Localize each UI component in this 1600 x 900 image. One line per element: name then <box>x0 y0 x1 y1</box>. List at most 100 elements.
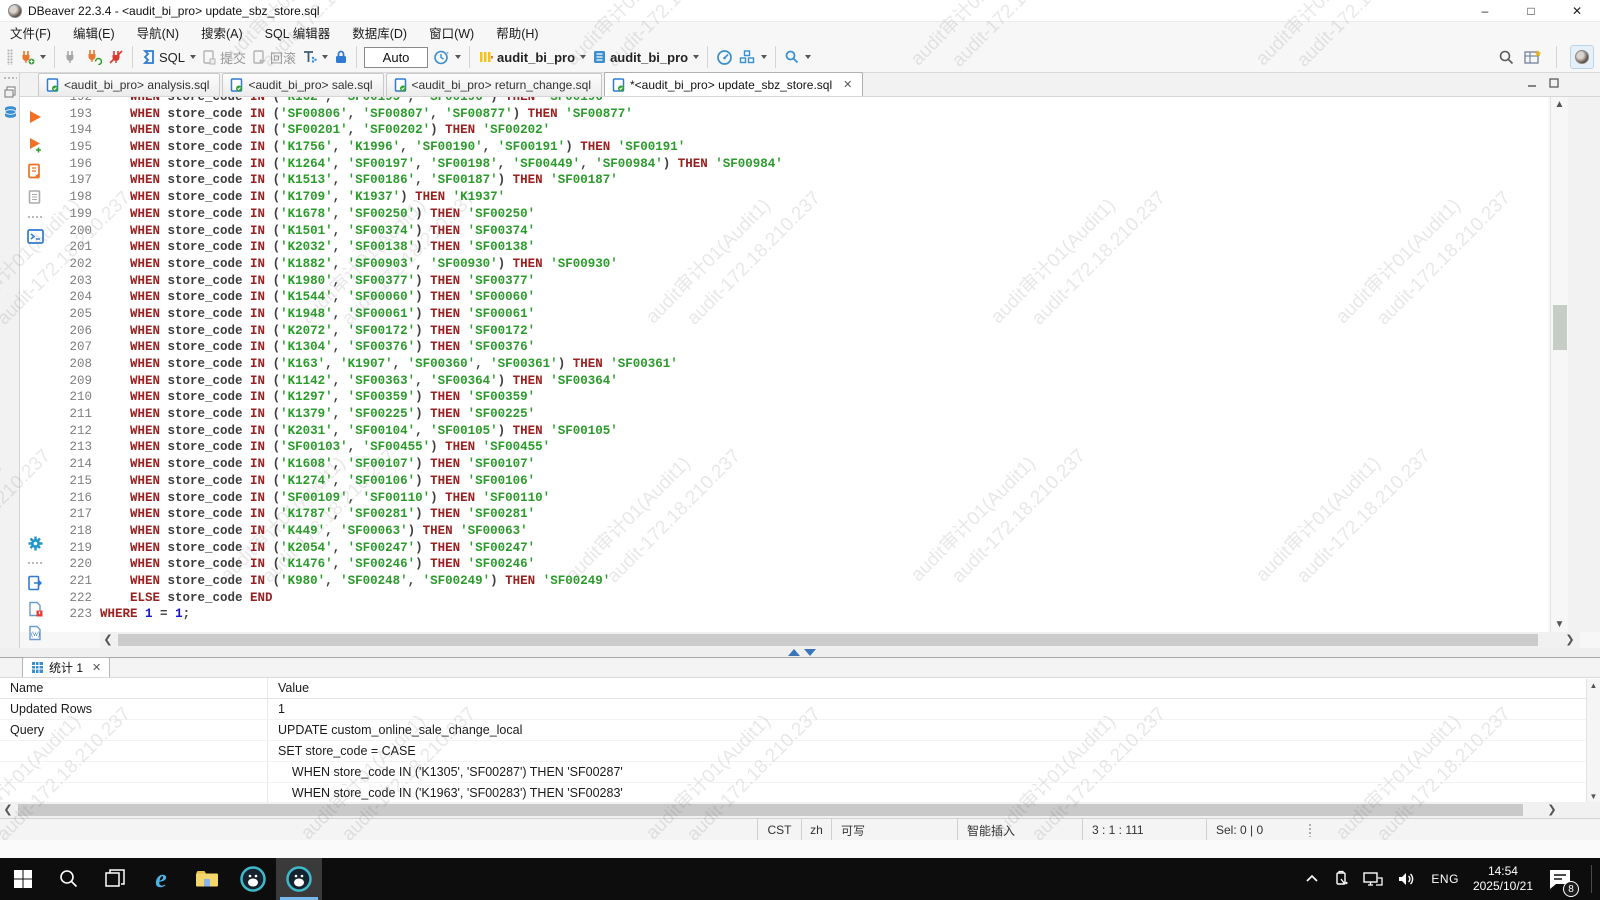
internet-explorer-button[interactable]: e <box>138 858 184 900</box>
code-line[interactable]: 198 WHEN store_code IN ('K1709', 'K1937'… <box>50 189 1548 206</box>
close-button[interactable]: ✕ <box>1554 0 1600 21</box>
new-connection-button[interactable] <box>16 47 49 67</box>
code-line[interactable]: 205 WHEN store_code IN ('K1948', 'SF0006… <box>50 306 1548 323</box>
code-line[interactable]: 206 WHEN store_code IN ('K2072', 'SF0017… <box>50 323 1548 340</box>
scroll-up-icon[interactable]: ▲ <box>1587 681 1600 690</box>
code-line[interactable]: 199 WHEN store_code IN ('K1678', 'SF0025… <box>50 206 1548 223</box>
panel-vertical-scrollbar[interactable]: ▲ ▼ <box>1586 679 1600 803</box>
file-error-icon[interactable] <box>27 601 43 617</box>
execute-statement-button[interactable] <box>27 109 43 125</box>
taskbar-search-button[interactable] <box>46 858 92 900</box>
code-line[interactable]: 217 WHEN store_code IN ('K1787', 'SF0028… <box>50 506 1548 523</box>
sql-console-button[interactable] <box>27 229 44 244</box>
dbeaver-app-button-active[interactable] <box>276 858 322 900</box>
action-center-button[interactable]: 8 <box>1547 866 1579 897</box>
commit-button[interactable]: 提交 <box>199 46 249 69</box>
tab-analysis-sql[interactable]: <audit_bi_pro> analysis.sql <box>38 73 221 96</box>
code-line[interactable]: 221 WHEN store_code IN ('K980', 'SF00248… <box>50 573 1548 590</box>
tray-chevron-up-icon[interactable] <box>1305 874 1319 884</box>
code-line[interactable]: 204 WHEN store_code IN ('K1544', 'SF0006… <box>50 289 1548 306</box>
code-line[interactable]: 220 WHEN store_code IN ('K1476', 'SF0024… <box>50 556 1548 573</box>
dbeaver-app-button[interactable] <box>230 858 276 900</box>
menu-sql-editor[interactable]: SQL 编辑器 <box>265 23 331 42</box>
code-line[interactable]: 218 WHEN store_code IN ('K449', 'SF00063… <box>50 523 1548 540</box>
menu-database[interactable]: 数据库(D) <box>352 23 407 42</box>
tab-update-sbz-store-sql[interactable]: *<audit_bi_pro> update_sbz_store.sql ✕ <box>604 72 864 96</box>
export-from-query-button[interactable] <box>27 575 43 591</box>
script-preview-button[interactable] <box>27 189 43 205</box>
maximize-pane-icon[interactable] <box>1548 77 1560 89</box>
code-line[interactable]: 203 WHEN store_code IN ('K1980', 'SF0037… <box>50 273 1548 290</box>
file-explorer-button[interactable] <box>184 858 230 900</box>
tab-statistics-1[interactable]: 统计 1 ✕ <box>22 657 111 677</box>
search-button[interactable] <box>781 47 814 67</box>
code-line[interactable]: 200 WHEN store_code IN ('K1501', 'SF0037… <box>50 223 1548 240</box>
code-line[interactable]: 216 WHEN store_code IN ('SF00109', 'SF00… <box>50 490 1548 507</box>
minimize-pane-icon[interactable] <box>1526 77 1538 89</box>
menu-help[interactable]: 帮助(H) <box>496 23 538 42</box>
column-header-name[interactable]: Name <box>0 678 268 698</box>
minimize-button[interactable]: – <box>1462 0 1508 21</box>
code-line[interactable]: 215 WHEN store_code IN ('K1274', 'SF0010… <box>50 473 1548 490</box>
status-caret-position[interactable]: 3 : 1 : 111 <box>1082 819 1206 841</box>
restore-panel-icon[interactable] <box>3 85 17 99</box>
usb-icon[interactable] <box>1333 870 1349 888</box>
code-line[interactable]: 207 WHEN store_code IN ('K1304', 'SF0037… <box>50 339 1548 356</box>
execute-script-button[interactable] <box>27 163 43 179</box>
editor-settings-gear-icon[interactable] <box>27 535 44 552</box>
scrollbar-thumb[interactable] <box>118 634 1538 646</box>
scroll-right-icon[interactable]: ❯ <box>1544 802 1560 818</box>
rollback-button[interactable]: 回滚 <box>249 46 299 69</box>
code-line[interactable]: 223 WHERE 1 = 1; <box>50 606 1548 623</box>
sql-code-editor[interactable]: 192 WHEN store_code IN ('K162', 'SF00195… <box>50 97 1548 632</box>
sash-down-icon[interactable] <box>804 649 816 656</box>
code-line[interactable]: 196 WHEN store_code IN ('K1264', 'SF0019… <box>50 156 1548 173</box>
transaction-mode-button[interactable] <box>299 47 331 67</box>
clock[interactable]: 14:54 2025/10/21 <box>1473 864 1533 894</box>
scrollbar-thumb[interactable] <box>18 804 1523 816</box>
scroll-left-icon[interactable]: ❮ <box>0 802 16 818</box>
table-row[interactable]: SET store_code = CASE <box>0 741 1600 762</box>
tab-close-icon[interactable]: ✕ <box>843 78 852 91</box>
sash-up-icon[interactable] <box>788 649 800 656</box>
code-line[interactable]: 212 WHEN store_code IN ('K2031', 'SF0010… <box>50 423 1548 440</box>
code-line[interactable]: 202 WHEN store_code IN ('K1882', 'SF0090… <box>50 256 1548 273</box>
column-header-value[interactable]: Value <box>268 681 309 695</box>
panel-horizontal-scrollbar[interactable]: ❮ ❯ <box>0 802 1600 818</box>
input-language-indicator[interactable]: ENG <box>1431 872 1459 886</box>
tab-close-icon[interactable]: ✕ <box>92 661 101 674</box>
code-line[interactable]: 211 WHEN store_code IN ('K1379', 'SF0022… <box>50 406 1548 423</box>
scroll-down-icon[interactable]: ▼ <box>1587 792 1600 801</box>
code-line[interactable]: 210 WHEN store_code IN ('K1297', 'SF0035… <box>50 389 1548 406</box>
export-data-button[interactable] <box>736 47 770 67</box>
tab-sale-sql[interactable]: <audit_bi_pro> sale.sql <box>222 73 384 96</box>
menu-file[interactable]: 文件(F) <box>10 23 51 42</box>
editor-vertical-scrollbar[interactable]: ▲ ▼ <box>1550 97 1568 632</box>
quick-search-icon[interactable] <box>1498 49 1515 66</box>
database-navigator-icon[interactable] <box>3 105 18 120</box>
status-insert-mode[interactable]: 智能插入 <box>957 819 1082 841</box>
scroll-up-icon[interactable]: ▲ <box>1551 99 1568 110</box>
table-row[interactable]: WHEN store_code IN ('K1305', 'SF00287') … <box>0 762 1600 783</box>
code-line[interactable]: 213 WHEN store_code IN ('SF00103', 'SF00… <box>50 439 1548 456</box>
code-line[interactable]: 193 WHEN store_code IN ('SF00806', 'SF00… <box>50 106 1548 123</box>
table-row[interactable]: Query UPDATE custom_online_sale_change_lo… <box>0 720 1600 741</box>
scroll-left-icon[interactable]: ❮ <box>100 632 116 648</box>
tab-return-change-sql[interactable]: <audit_bi_pro> return_change.sql <box>385 73 602 96</box>
code-line[interactable]: 201 WHEN store_code IN ('K2032', 'SF0013… <box>50 239 1548 256</box>
disconnect-button[interactable] <box>105 47 127 67</box>
code-line[interactable]: 197 WHEN store_code IN ('K1513', 'SF0018… <box>50 172 1548 189</box>
menu-search[interactable]: 搜索(A) <box>201 23 243 42</box>
connect-button[interactable] <box>60 47 82 67</box>
maximize-button[interactable]: □ <box>1508 0 1554 21</box>
code-line[interactable]: 208 WHEN store_code IN ('K163', 'K1907',… <box>50 356 1548 373</box>
file-word-wrap-icon[interactable]: (w) <box>27 625 43 641</box>
menu-edit[interactable]: 编辑(E) <box>73 23 115 42</box>
sql-editor-button[interactable]: SQL <box>138 47 199 67</box>
dashboard-button[interactable] <box>713 47 736 68</box>
dbeaver-perspective-button[interactable] <box>1570 45 1594 69</box>
start-button[interactable] <box>0 858 46 900</box>
code-line[interactable]: 222 ELSE store_code END <box>50 590 1548 607</box>
panel-splitter[interactable] <box>0 648 1600 657</box>
code-line[interactable]: 195 WHEN store_code IN ('K1756', 'K1996'… <box>50 139 1548 156</box>
